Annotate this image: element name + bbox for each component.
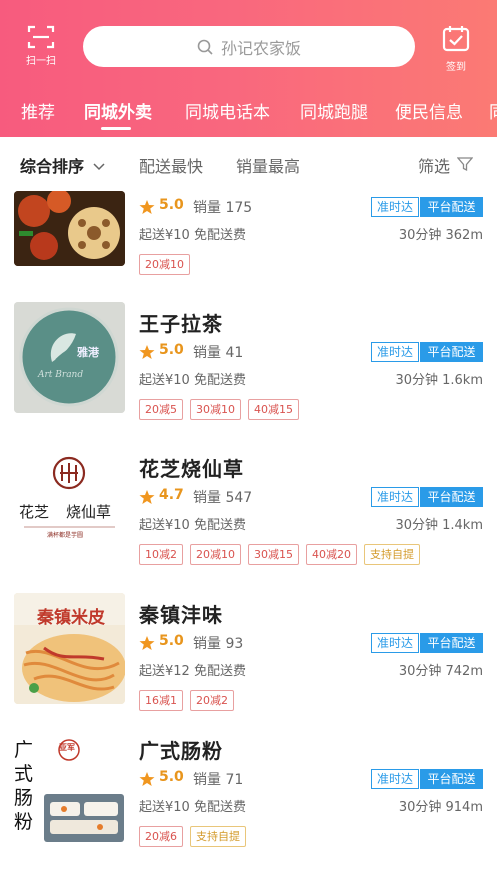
filter-label: 筛选	[418, 157, 451, 176]
promo-tag: 20减6	[139, 826, 183, 847]
signin-label: 签到	[446, 62, 466, 73]
store-thumbnail: 广式肠粉 亚军	[14, 738, 125, 849]
platform-delivery-badge: 平台配送	[420, 633, 483, 653]
pickup-tag: 支持自提	[190, 826, 246, 847]
store-eta: 30分钟 1.6km	[395, 373, 483, 388]
store-eta: 30分钟 362m	[398, 228, 483, 243]
promo-tag: 30减10	[190, 399, 241, 420]
calendar-check-icon	[442, 26, 470, 52]
store-eta: 30分钟 914m	[398, 800, 483, 815]
category-tabs: 推荐 同城外卖 同城电话本 同城跑腿 便民信息 同	[0, 92, 497, 137]
search-bar[interactable]: 孙记农家饭	[83, 26, 415, 67]
tab-recommend[interactable]: 推荐	[21, 98, 55, 123]
chevron-down-icon	[93, 163, 105, 171]
store-name: 王子拉茶	[139, 312, 223, 336]
star-icon	[139, 200, 155, 214]
platform-delivery-badge: 平台配送	[420, 487, 483, 507]
sort-fastest[interactable]: 配送最快	[139, 153, 203, 177]
ontime-badge: 准时达	[371, 769, 419, 789]
promo-list: 10减2 20减10 30减15 40减20 支持自提	[139, 544, 420, 565]
store-rating: 5.0	[159, 769, 184, 785]
promo-tag: 20减10	[139, 254, 190, 275]
star-icon	[139, 772, 155, 786]
sort-top-sales[interactable]: 销量最高	[236, 153, 300, 177]
promo-list: 16减1 20减2	[139, 690, 234, 711]
funnel-icon	[456, 157, 474, 172]
search-placeholder: 孙记农家饭	[220, 38, 301, 58]
promo-tag: 10减2	[139, 544, 183, 565]
filter-bar: 综合排序 配送最快 销量最高 筛选	[0, 137, 497, 191]
platform-delivery-badge: 平台配送	[420, 769, 483, 789]
scan-icon	[27, 25, 55, 49]
star-icon	[139, 636, 155, 650]
promo-list: 20减10	[139, 254, 190, 275]
ontime-badge: 准时达	[371, 487, 419, 507]
store-rating: 4.7	[159, 487, 184, 503]
sort-label: 综合排序	[20, 157, 85, 176]
store-thumbnail: 秦镇米皮	[14, 593, 125, 704]
qz-banner-text: 秦镇米皮	[37, 608, 105, 628]
active-tab-indicator	[101, 127, 131, 130]
store-sales: 销量 93	[193, 636, 244, 652]
filter-button[interactable]: 筛选	[418, 153, 474, 177]
signin-button[interactable]: 签到	[433, 24, 479, 73]
promo-tag: 20减2	[190, 690, 234, 711]
app-header: 扫一扫 孙记农家饭 签到 推荐 同城外卖 同城电话本 同城跑腿 便民信息 同	[0, 0, 497, 137]
store-sales: 销量 41	[193, 345, 244, 361]
hz-logo-sub: 满杯都是芋圆	[47, 532, 84, 539]
promo-tag: 40减20	[306, 544, 357, 565]
scan-button[interactable]: 扫一扫	[18, 24, 64, 67]
promo-tag: 40减15	[248, 399, 299, 420]
tab-errand[interactable]: 同城跑腿	[300, 98, 368, 123]
star-icon	[139, 490, 155, 504]
platform-delivery-badge: 平台配送	[420, 197, 483, 217]
scan-label: 扫一扫	[26, 56, 56, 67]
ontime-badge: 准时达	[371, 633, 419, 653]
store-name: 秦镇沣味	[139, 603, 223, 627]
store-name: 广式肠粉	[139, 739, 223, 763]
store-rating: 5.0	[159, 197, 184, 213]
ontime-badge: 准时达	[371, 342, 419, 362]
promo-tag: 16减1	[139, 690, 183, 711]
ontime-badge: 准时达	[371, 197, 419, 217]
store-min-fee: 起送¥12 免配送费	[139, 664, 246, 679]
store-sales: 销量 175	[193, 200, 253, 216]
store-sales: 销量 547	[193, 490, 253, 506]
promo-tag: 20减5	[139, 399, 183, 420]
tab-takeout[interactable]: 同城外卖	[84, 98, 152, 123]
promo-list: 20减6 支持自提	[139, 826, 246, 847]
tab-overflow[interactable]: 同	[489, 98, 497, 123]
promo-list: 20减5 30减10 40减15	[139, 399, 299, 420]
gs-vertical-text: 广式肠粉	[14, 739, 34, 833]
tea-logo-sub: Art Brand	[38, 370, 84, 380]
search-icon	[197, 39, 213, 55]
store-thumbnail: 雅港 Art Brand	[14, 302, 125, 413]
store-min-fee: 起送¥10 免配送费	[139, 228, 246, 243]
hz-logo-left: 花芝	[19, 503, 50, 521]
store-eta: 30分钟 742m	[398, 664, 483, 679]
store-min-fee: 起送¥10 免配送费	[139, 373, 246, 388]
store-rating: 5.0	[159, 342, 184, 358]
sort-dropdown[interactable]: 综合排序	[20, 153, 106, 177]
store-name: 花芝烧仙草	[139, 457, 244, 481]
platform-delivery-badge: 平台配送	[420, 342, 483, 362]
tab-phonebook[interactable]: 同城电话本	[185, 98, 270, 123]
store-rating: 5.0	[159, 633, 184, 649]
store-thumbnail	[14, 191, 125, 266]
gs-seal: 亚军	[59, 743, 75, 752]
promo-tag: 30减15	[248, 544, 299, 565]
hz-logo-right: 烧仙草	[66, 503, 112, 521]
tab-info[interactable]: 便民信息	[395, 98, 463, 123]
promo-tag: 20减10	[190, 544, 241, 565]
store-eta: 30分钟 1.4km	[395, 518, 483, 533]
star-icon	[139, 345, 155, 359]
store-thumbnail: 花芝 烧仙草 满杯都是芋圆	[14, 447, 125, 558]
store-min-fee: 起送¥10 免配送费	[139, 518, 246, 533]
store-sales: 销量 71	[193, 772, 244, 788]
tea-logo-text: 雅港	[77, 346, 99, 359]
store-min-fee: 起送¥10 免配送费	[139, 800, 246, 815]
store-list: 5.0 销量 175 起送¥10 免配送费 准时达 平台配送 30分钟 362m…	[0, 191, 497, 883]
pickup-tag: 支持自提	[364, 544, 420, 565]
